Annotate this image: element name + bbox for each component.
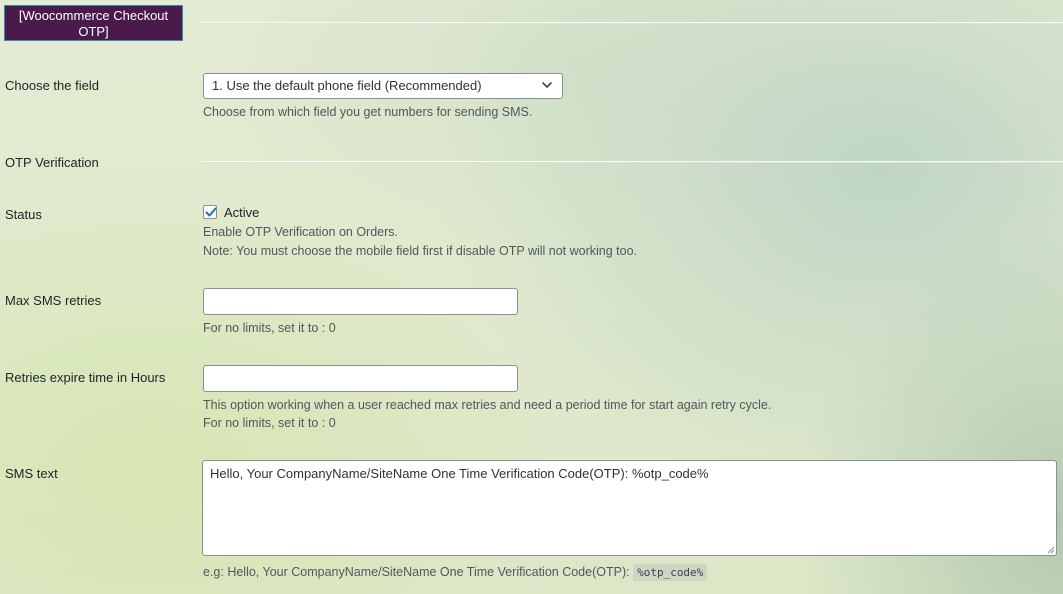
retries-expire-description: This option working when a user reached … xyxy=(203,398,772,412)
status-label: Status xyxy=(5,207,42,222)
chevron-down-icon xyxy=(542,82,552,88)
checkmark-icon xyxy=(205,207,217,217)
status-note: Note: You must choose the mobile field f… xyxy=(203,244,638,258)
sms-text-value: Hello, Your CompanyName/SiteName One Tim… xyxy=(210,466,709,481)
choose-field-description: Choose from which field you get numbers … xyxy=(203,105,533,119)
retries-expire-description-2: For no limits, set it to : 0 xyxy=(203,416,336,430)
status-description: Enable OTP Verification on Orders. xyxy=(203,225,399,239)
sms-text-textarea[interactable]: Hello, Your CompanyName/SiteName One Tim… xyxy=(202,460,1057,556)
otp-section-divider xyxy=(202,161,1063,163)
status-active-label[interactable]: Active xyxy=(224,205,259,220)
status-active-checkbox[interactable] xyxy=(203,205,217,219)
otp-code-placeholder: %otp_code% xyxy=(633,564,708,581)
retries-expire-label: Retries expire time in Hours xyxy=(5,370,166,385)
section-header-title: [Woocommerce Checkout OTP] xyxy=(18,8,169,39)
resize-handle-icon[interactable] xyxy=(1046,545,1055,554)
max-retries-label: Max SMS retries xyxy=(5,293,102,308)
max-retries-description: For no limits, set it to : 0 xyxy=(203,321,336,335)
phone-field-select-value: 1. Use the default phone field (Recommen… xyxy=(212,78,482,93)
header-divider xyxy=(202,22,1063,24)
section-header-badge: [Woocommerce Checkout OTP] xyxy=(4,5,183,41)
retries-expire-input[interactable] xyxy=(203,365,518,392)
phone-field-select[interactable]: 1. Use the default phone field (Recommen… xyxy=(203,73,563,99)
max-retries-input[interactable] xyxy=(203,288,518,315)
sms-text-example-prefix: e.g: Hello, Your CompanyName/SiteName On… xyxy=(203,565,630,579)
sms-text-example: e.g: Hello, Your CompanyName/SiteName On… xyxy=(203,564,708,581)
choose-field-label: Choose the field xyxy=(5,78,99,93)
sms-text-label: SMS text xyxy=(5,466,58,481)
otp-section-title: OTP Verification xyxy=(5,155,99,170)
